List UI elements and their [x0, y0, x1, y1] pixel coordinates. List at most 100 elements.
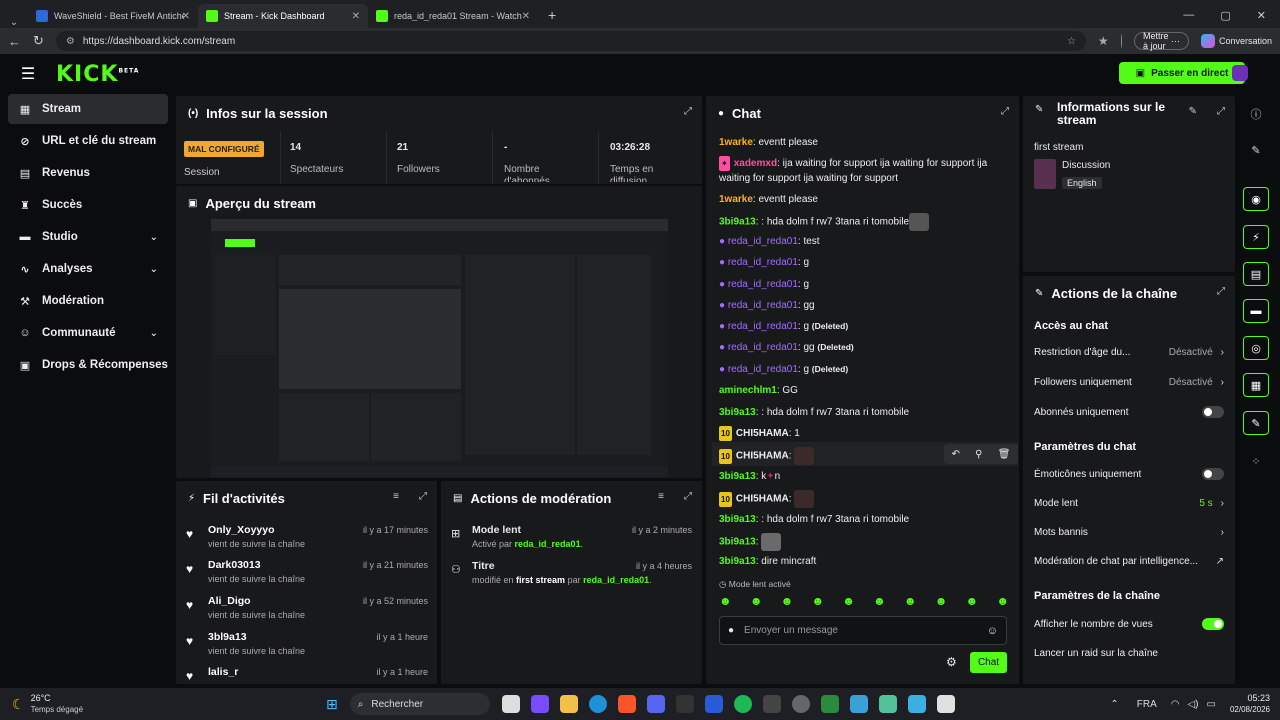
chat-icon[interactable]: ▬: [1243, 299, 1269, 323]
broadcast-icon[interactable]: ◎: [1243, 336, 1269, 360]
copilot-button[interactable]: Conversation: [1200, 34, 1272, 48]
expand-icon[interactable]: ⤢: [1217, 106, 1225, 117]
edit-icon[interactable]: ✎: [1189, 106, 1197, 117]
task-view-icon[interactable]: [501, 695, 520, 713]
bolt-icon[interactable]: ⚡: [1243, 225, 1269, 249]
wifi-icon[interactable]: ◠: [1171, 699, 1180, 710]
close-window-icon[interactable]: ✕: [1257, 9, 1266, 22]
minimize-icon[interactable]: —: [1183, 9, 1194, 22]
new-tab-button[interactable]: +: [538, 7, 566, 28]
weather-widget[interactable]: 26°C Temps dégagé: [31, 693, 83, 715]
kick-logo[interactable]: KICKBETA: [56, 62, 139, 87]
emoji-icon[interactable]: ☺: [987, 625, 998, 637]
browser-tab-waveshield[interactable]: WaveShield - Best FiveM Anticheat ✕: [28, 4, 198, 28]
discord-icon[interactable]: [646, 695, 665, 713]
copilot-app-icon[interactable]: [530, 695, 549, 713]
notepad-icon[interactable]: [907, 695, 926, 713]
app-icon[interactable]: [849, 695, 868, 713]
spotify-icon[interactable]: [733, 695, 752, 713]
app-icon[interactable]: [878, 695, 897, 713]
brave-icon[interactable]: [617, 695, 636, 713]
emotes-only-toggle[interactable]: [1202, 468, 1224, 480]
shield-icon[interactable]: ▦: [1243, 373, 1269, 397]
site-info-icon[interactable]: ⚙: [66, 36, 75, 47]
emote-icon[interactable]: ☻: [781, 594, 794, 610]
app-icon[interactable]: [704, 695, 723, 713]
tab-menu-icon[interactable]: ⌄: [0, 17, 28, 28]
expand-icon[interactable]: ⤢: [1001, 106, 1009, 117]
file-explorer-icon[interactable]: [559, 695, 578, 713]
browser-tab-dashboard[interactable]: Stream - Kick Dashboard ✕: [198, 4, 368, 28]
expand-icon[interactable]: ⤢: [684, 106, 692, 117]
chevron-up-icon[interactable]: ⌃: [1110, 699, 1118, 710]
hamburger-menu-icon[interactable]: ☰: [0, 64, 56, 84]
doc-icon[interactable]: ▤: [1243, 262, 1269, 286]
camera-icon[interactable]: ◉: [1243, 187, 1269, 211]
app-icon[interactable]: [820, 695, 839, 713]
battery-icon[interactable]: ▭: [1207, 699, 1216, 710]
go-live-button[interactable]: ▣ Passer en direct: [1119, 62, 1245, 84]
sidebar-item-stream[interactable]: ▦ Stream: [8, 94, 168, 124]
gear-icon[interactable]: ⚙: [946, 655, 957, 669]
maximize-icon[interactable]: ▢: [1220, 9, 1230, 22]
banned-words-row[interactable]: Mots bannis ›: [1034, 527, 1224, 538]
apps-icon[interactable]: ⁘: [1243, 449, 1269, 473]
sidebar-item-moderation[interactable]: ⚒ Modération: [8, 286, 168, 316]
language-indicator[interactable]: FRA: [1137, 699, 1157, 710]
close-tab-icon[interactable]: ✕: [352, 11, 360, 22]
emote-icon[interactable]: ☻: [811, 594, 824, 610]
favorites-icon[interactable]: ★: [1098, 34, 1109, 48]
emote-icon[interactable]: ☻: [935, 594, 948, 610]
app-icon[interactable]: [762, 695, 781, 713]
info-icon[interactable]: ⓘ: [1243, 102, 1269, 126]
expand-icon[interactable]: ⤢: [684, 491, 692, 502]
profile-avatar[interactable]: [1120, 34, 1122, 48]
browser-tab-watch[interactable]: reda_id_reda01 Stream - Watch Li ✕: [368, 4, 538, 28]
delete-icon[interactable]: 🗑: [998, 449, 1011, 460]
emote-icon[interactable]: ☻: [750, 594, 763, 610]
emote-icon[interactable]: ☻: [842, 594, 855, 610]
age-restriction-row[interactable]: Restriction d'âge du... Désactivé ›: [1034, 347, 1224, 358]
expand-icon[interactable]: ⤢: [1217, 286, 1225, 297]
reply-icon[interactable]: ↶: [952, 449, 960, 460]
edge-icon[interactable]: [588, 695, 607, 713]
raid-row[interactable]: Lancer un raid sur la chaîne: [1034, 648, 1224, 659]
subs-only-toggle[interactable]: [1202, 406, 1224, 418]
close-tab-icon[interactable]: ✕: [522, 11, 530, 22]
expand-icon[interactable]: ⤢: [419, 491, 427, 502]
sidebar-item-studio[interactable]: ▬ Studio ⌄: [8, 222, 168, 252]
close-tab-icon[interactable]: ✕: [182, 11, 190, 22]
wrench-icon[interactable]: ✎: [1243, 411, 1269, 435]
sidebar-item-analyses[interactable]: ∿ Analyses ⌄: [8, 254, 168, 284]
emote-icon[interactable]: ☻: [873, 594, 886, 610]
emote-icon[interactable]: ☻: [904, 594, 917, 610]
volume-icon[interactable]: ◁): [1187, 699, 1198, 710]
app-icon[interactable]: [936, 695, 955, 713]
sidebar-item-succes[interactable]: ♜ Succès: [8, 190, 168, 220]
chat-input[interactable]: ● Envoyer un message ☺: [719, 616, 1007, 645]
update-button[interactable]: Mettre à jour ···: [1133, 31, 1189, 51]
emote-icon[interactable]: ☻: [996, 594, 1009, 610]
star-icon[interactable]: ☆: [1067, 36, 1076, 47]
send-chat-button[interactable]: Chat: [970, 652, 1007, 673]
pin-icon[interactable]: ⚲: [975, 449, 982, 460]
capcut-icon[interactable]: [675, 695, 694, 713]
clock[interactable]: 05:23 02/08/2026: [1230, 693, 1270, 715]
taskbar-search[interactable]: ⌕ Rechercher: [349, 693, 490, 715]
filter-icon[interactable]: ≡: [393, 491, 399, 502]
slow-mode-row[interactable]: Mode lent 5 s ›: [1034, 498, 1224, 509]
obs-icon[interactable]: [791, 695, 810, 713]
stream-preview-video[interactable]: [211, 219, 668, 477]
url-field[interactable]: ⚙ https://dashboard.kick.com/stream ☆: [55, 31, 1086, 51]
show-views-toggle[interactable]: [1202, 618, 1224, 630]
pencil-icon[interactable]: ✎: [1243, 138, 1269, 162]
reload-icon[interactable]: ↻: [33, 33, 44, 49]
user-avatar[interactable]: [1232, 65, 1248, 81]
followers-only-row[interactable]: Followers uniquement Désactivé ›: [1034, 377, 1224, 388]
sidebar-item-url[interactable]: ⊘ URL et clé du stream: [8, 126, 168, 156]
sidebar-item-communaute[interactable]: ☺ Communauté ⌄: [8, 318, 168, 348]
sidebar-item-drops[interactable]: ▣ Drops & Récompenses: [8, 350, 168, 380]
emote-icon[interactable]: ☻: [966, 594, 979, 610]
ai-moderation-row[interactable]: Modération de chat par intelligence... ↗: [1034, 556, 1224, 567]
emote-icon[interactable]: ☻: [719, 594, 732, 610]
